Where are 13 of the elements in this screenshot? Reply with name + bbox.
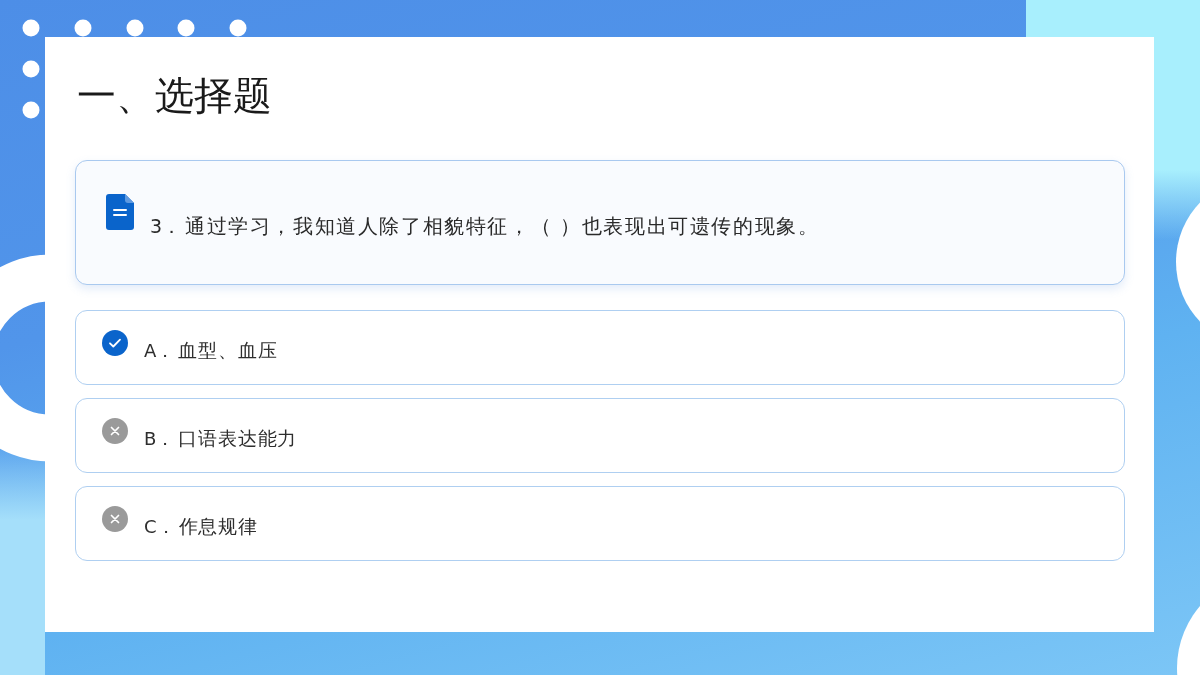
option-text: 口语表达能力 <box>178 426 298 451</box>
option-letter: A． <box>144 339 175 363</box>
question-text: 通过学习，我知道人除了相貌特征，（ ）也表现出可遗传的现象。 <box>185 213 820 239</box>
option-text: 血型、血压 <box>178 338 278 363</box>
option-letter: B． <box>144 427 175 451</box>
dot-decoration <box>22 101 40 119</box>
dot-decoration <box>22 60 40 78</box>
section-title: 一、选择题 <box>77 73 272 119</box>
document-icon <box>106 194 134 230</box>
option-text: 作息规律 <box>178 514 258 539</box>
option-letter: C． <box>144 515 175 539</box>
question-number: 3． <box>150 214 182 239</box>
dot-decoration <box>22 19 40 37</box>
